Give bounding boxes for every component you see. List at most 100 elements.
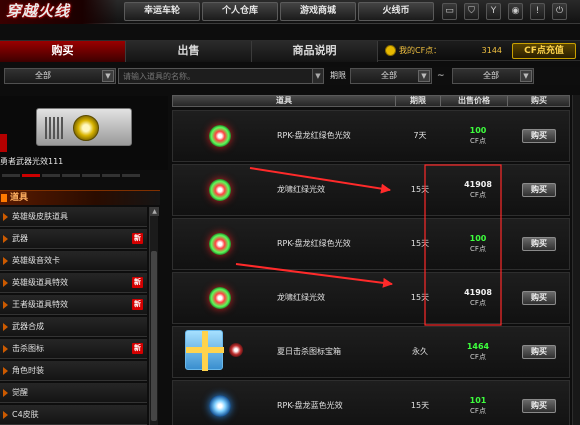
cf-recharge-button[interactable]: CF点充值 [512, 43, 576, 59]
cf-points-value: 3144 [481, 46, 502, 55]
antenna-icon[interactable]: Y [486, 3, 501, 20]
category-item[interactable]: 英雄级道具特效 新 [0, 273, 147, 293]
category-item[interactable]: 王者级道具特效 新 [0, 295, 147, 315]
category-label: 觉醒 [12, 388, 28, 397]
nav-personal-warehouse-button[interactable]: 个人仓库 [202, 2, 278, 21]
price-unit: CF点 [470, 245, 486, 253]
category-item[interactable]: 英雄级皮肤道具 [0, 207, 147, 227]
category-item[interactable]: 击杀图标 新 [0, 339, 147, 359]
pager-dot[interactable] [102, 174, 120, 177]
nav-game-store-button[interactable]: 游戏商城 [280, 2, 356, 21]
buy-button[interactable]: 购买 [522, 183, 556, 197]
buy-button[interactable]: 购买 [522, 399, 556, 413]
header-item: 道具 [276, 96, 292, 105]
scroll-up-icon[interactable]: ▲ [150, 207, 159, 216]
period-to-dropdown[interactable]: 全部 ▼ [452, 68, 534, 84]
category-dropdown[interactable]: 全部 ▼ [4, 68, 116, 84]
category-label: 角色时装 [12, 366, 44, 375]
red-green-gem-icon [209, 179, 231, 201]
filter-row: 全部 ▼ ▼ 期限 全部 ▼ ~ 全部 ▼ [0, 67, 580, 85]
tab-sell[interactable]: 出售 [126, 41, 252, 62]
ticket-barcode [45, 117, 65, 139]
item-price: 41908 [464, 180, 492, 189]
tv-icon[interactable]: ▭ [442, 3, 457, 20]
category-label: 王者级道具特效 [12, 300, 68, 309]
preview-item-name: 勇者武器光效111 [0, 157, 64, 166]
category-item[interactable]: 武器 新 [0, 229, 147, 249]
table-header: 道具 期限 出售价格 购买 [172, 95, 570, 107]
info-icon[interactable]: ! [530, 3, 545, 20]
cf-points-label: 我的CF点： [399, 46, 442, 55]
red-green-gem-icon [209, 287, 231, 309]
pager-dot[interactable] [122, 174, 140, 177]
buy-button[interactable]: 购买 [522, 129, 556, 143]
expand-arrow-icon [3, 345, 8, 353]
item-period: 15天 [410, 185, 430, 194]
ticket-icon [36, 108, 132, 146]
period-from-value: 全部 [381, 71, 397, 80]
pager-dot[interactable] [2, 174, 20, 177]
item-name: 夏日击杀图标宝箱 [277, 347, 341, 356]
red-green-gem-icon [209, 233, 231, 255]
preview-pager [0, 174, 168, 179]
period-label: 期限 [330, 71, 346, 80]
item-name: RPK-盘龙蓝色光效 [277, 401, 343, 410]
scrollbar-thumb[interactable] [151, 251, 157, 421]
table-row: RPK-盘龙红绿色光效 15天 100 CF点 购买 [172, 218, 570, 270]
tab-item-description[interactable]: 商品说明 [252, 41, 378, 62]
expand-arrow-icon [3, 301, 8, 309]
expand-arrow-icon [3, 213, 8, 221]
category-label: 武器合成 [12, 322, 44, 331]
price-unit: CF点 [470, 407, 486, 415]
item-price: 41908 [464, 288, 492, 297]
expand-arrow-icon [3, 367, 8, 375]
nav-cf-coin-button[interactable]: 火线币 [358, 2, 434, 21]
search-input[interactable] [118, 68, 314, 84]
header-period: 期限 [410, 96, 426, 105]
tab-buy[interactable]: 购买 [0, 41, 126, 62]
category-label: 击杀图标 [12, 344, 44, 353]
pager-dot[interactable] [82, 174, 100, 177]
category-item[interactable]: C4皮肤 [0, 405, 147, 425]
table-scrollbar[interactable] [572, 95, 580, 425]
item-name: RPK-盘龙红绿色光效 [277, 239, 351, 248]
chevron-down-icon: ▼ [102, 70, 114, 82]
price-unit: CF点 [470, 191, 486, 199]
category-item[interactable]: 英雄级音效卡 [0, 251, 147, 271]
category-item[interactable]: 武器合成 [0, 317, 147, 337]
period-from-dropdown[interactable]: 全部 ▼ [350, 68, 432, 84]
price-unit: CF点 [470, 353, 486, 361]
expand-arrow-icon [3, 323, 8, 331]
pager-dot[interactable] [42, 174, 60, 177]
period-range-separator: ~ [437, 71, 445, 81]
item-period: 永久 [412, 347, 428, 356]
item-preview-panel: 勇者武器光效111 [0, 96, 168, 170]
nav-lucky-wheel-button[interactable]: 幸运车轮 [124, 2, 200, 21]
price-unit: CF点 [470, 137, 486, 145]
shield-icon[interactable]: ⛉ [464, 3, 479, 20]
category-item[interactable]: 角色时装 [0, 361, 147, 381]
power-icon[interactable]: ⏻ [552, 3, 567, 20]
category-item[interactable]: 觉醒 [0, 383, 147, 403]
category-header-icon [1, 194, 7, 202]
table-row: 夏日击杀图标宝箱 永久 1464 CF点 购买 [172, 326, 570, 378]
cf-point-coin-icon [385, 45, 396, 56]
blue-gem-icon [209, 395, 231, 417]
category-dropdown-value: 全部 [35, 71, 51, 80]
pager-dot-active[interactable] [22, 174, 40, 177]
item-price: 100 [469, 126, 487, 135]
pager-dot[interactable] [62, 174, 80, 177]
buy-button[interactable]: 购买 [522, 237, 556, 251]
kill-icon [229, 343, 243, 357]
buy-button[interactable]: 购买 [522, 345, 556, 359]
category-label: 英雄级音效卡 [12, 256, 60, 265]
category-scrollbar[interactable]: ▲ [149, 207, 159, 425]
item-period: 15天 [410, 239, 430, 248]
game-logo: 穿越火线 [0, 0, 118, 24]
expand-arrow-icon [3, 279, 8, 287]
location-pin-icon[interactable]: ◉ [508, 3, 523, 20]
expand-arrow-icon [3, 411, 8, 419]
buy-button[interactable]: 购买 [522, 291, 556, 305]
table-row: RPK-盘龙红绿色光效 7天 100 CF点 购买 [172, 110, 570, 162]
search-history-arrow-icon[interactable]: ▼ [312, 68, 324, 84]
